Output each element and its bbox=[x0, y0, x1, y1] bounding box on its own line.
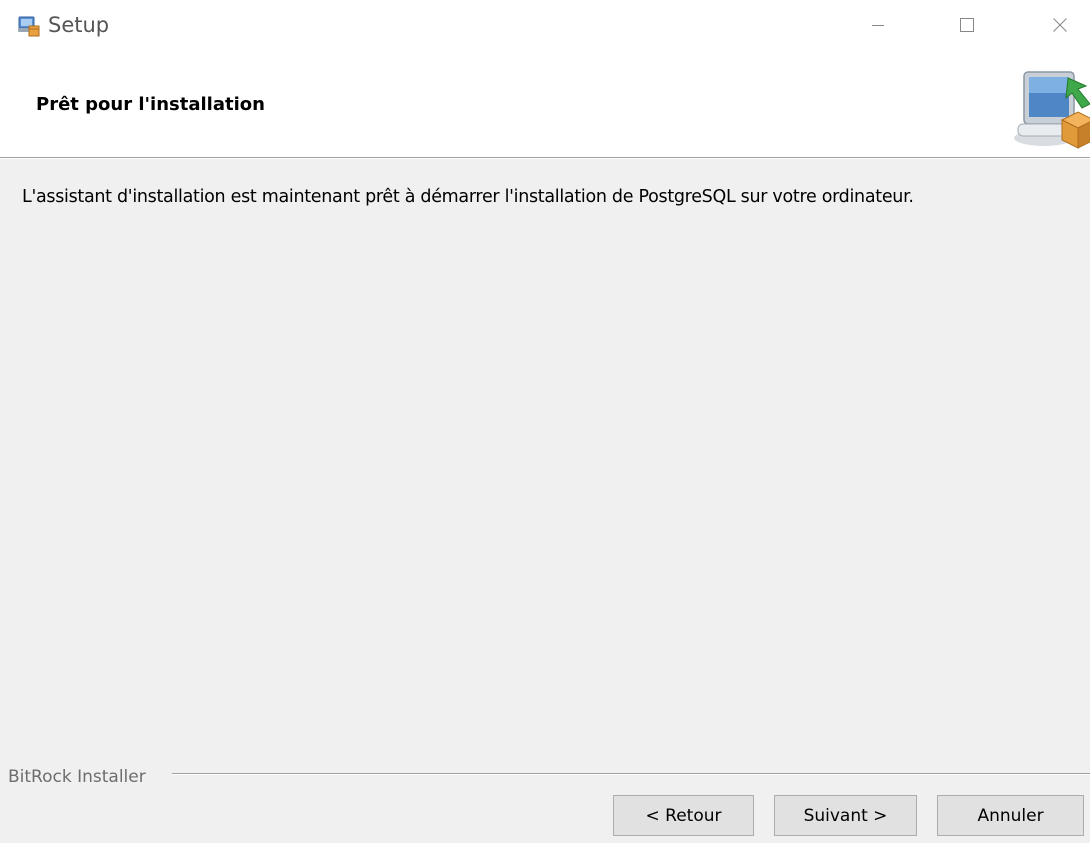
page-title: Prêt pour l'installation bbox=[36, 94, 265, 115]
cancel-button[interactable]: Annuler bbox=[937, 795, 1084, 836]
minimize-button[interactable] bbox=[856, 0, 900, 50]
header-separator bbox=[0, 157, 1090, 159]
title-bar[interactable]: Setup bbox=[0, 0, 1090, 56]
footer-separator bbox=[172, 773, 1090, 775]
minimize-icon bbox=[872, 25, 884, 26]
maximize-icon bbox=[960, 18, 974, 32]
setup-app-icon bbox=[18, 16, 40, 37]
installer-brand-label: BitRock Installer bbox=[8, 767, 146, 787]
window-title: Setup bbox=[48, 13, 110, 37]
maximize-button[interactable] bbox=[945, 0, 989, 50]
ready-message: L'assistant d'installation est maintenan… bbox=[22, 187, 914, 207]
next-button[interactable]: Suivant > bbox=[774, 795, 917, 836]
back-button[interactable]: < Retour bbox=[613, 795, 754, 836]
setup-window: Setup Prêt pour l'installation L'assista… bbox=[0, 0, 1090, 843]
close-button[interactable] bbox=[1038, 0, 1082, 50]
installer-computer-box-icon bbox=[1014, 71, 1090, 149]
close-icon bbox=[1053, 18, 1067, 32]
wizard-header: Prêt pour l'installation bbox=[0, 56, 1090, 157]
